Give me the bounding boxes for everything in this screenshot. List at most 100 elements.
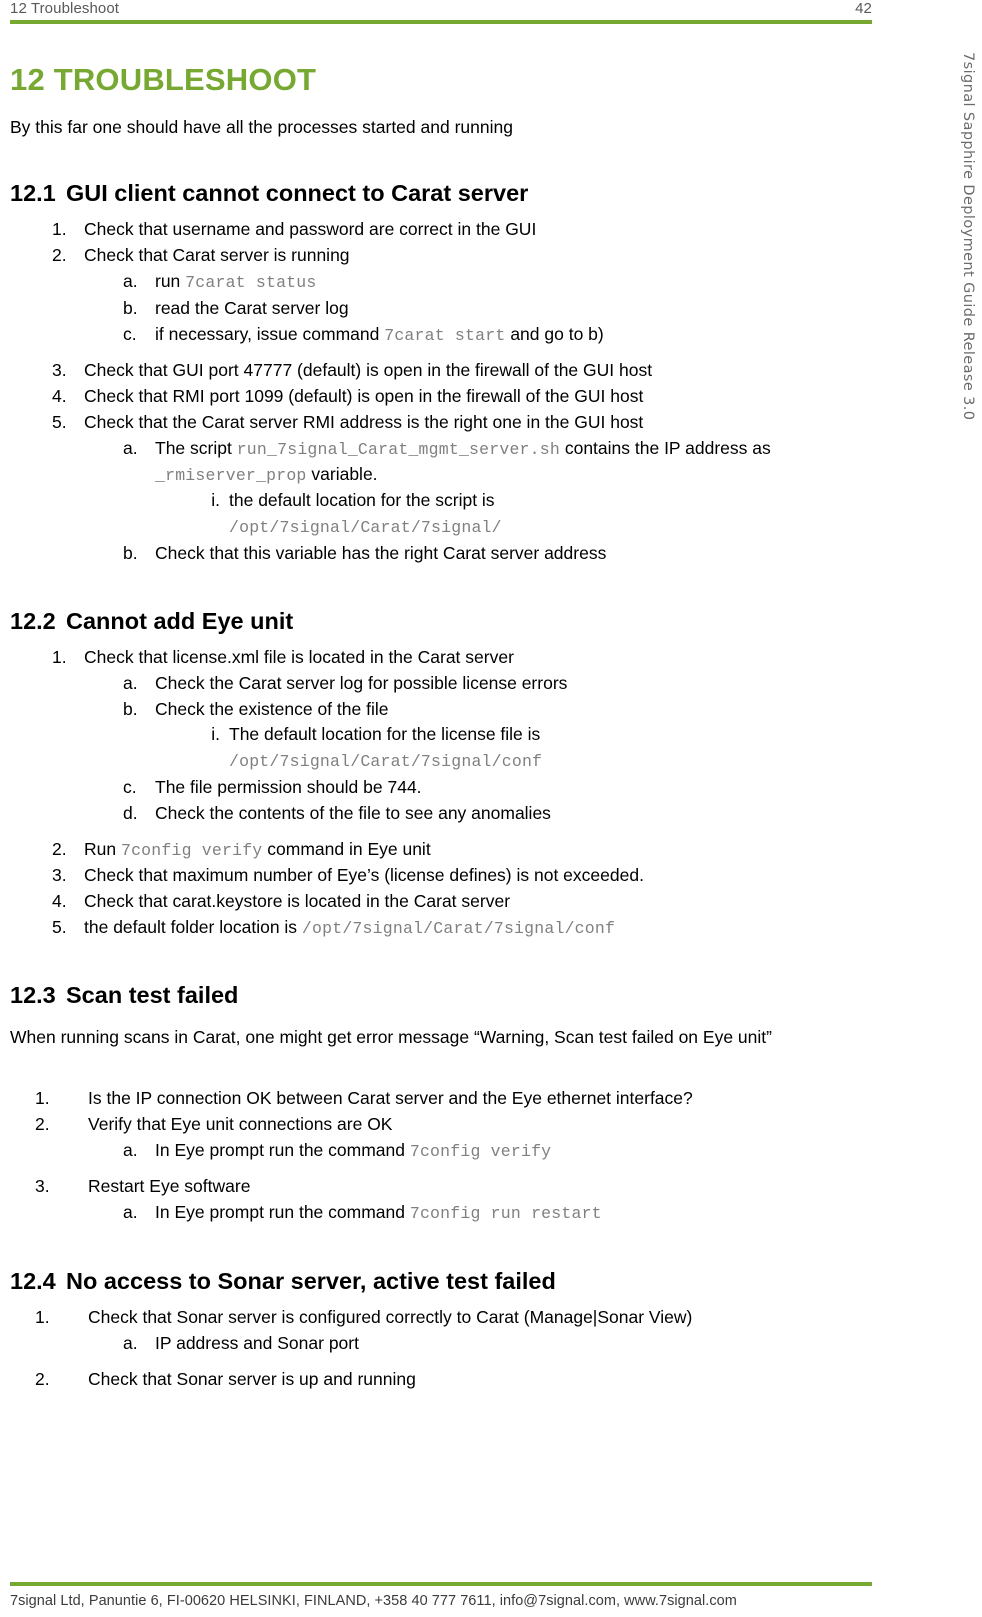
list-marker: b. (123, 698, 138, 719)
list-text: The script run_7signal_Carat_mgmt_server… (155, 436, 872, 489)
list-marker: 2. (52, 245, 67, 266)
section-12-3-paragraph: When running scans in Carat, one might g… (10, 1027, 772, 1048)
list-marker: a. (123, 1139, 138, 1160)
list-marker: 5. (52, 411, 67, 432)
list-text: In Eye prompt run the command 7config ve… (155, 1138, 872, 1164)
list-marker: a. (123, 672, 138, 693)
code-run: 7carat start (384, 325, 506, 345)
list-item: 2. Run 7config verify command in Eye uni… (10, 837, 872, 863)
sublist-12-3-2: a. In Eye prompt run the command 7config… (10, 1138, 872, 1164)
sublist-12-1-5: a. The script run_7signal_Carat_mgmt_ser… (10, 436, 872, 489)
list-text: Verify that Eye unit connections are OK (88, 1114, 393, 1135)
list-item: a. In Eye prompt run the command 7config… (10, 1200, 872, 1226)
page-footer: 7signal Ltd, Panuntie 6, FI-00620 HELSIN… (10, 1582, 872, 1609)
section-number-12-4: 12.4 (10, 1267, 56, 1294)
footer-contact-text: 7signal Ltd, Panuntie 6, FI-00620 HELSIN… (10, 1593, 737, 1609)
list-marker: b. (123, 297, 138, 318)
section-title-12-4: No access to Sonar server, active test f… (66, 1267, 556, 1294)
section-heading-12-3: 12.3 Scan test failed (10, 981, 872, 1009)
text-run: In Eye prompt run the command (155, 1139, 410, 1160)
list-marker: 4. (52, 385, 67, 406)
list-text: Check that Sonar server is configured co… (88, 1306, 693, 1327)
code-run: /opt/7signal/Carat/7signal/conf (229, 752, 543, 772)
text-run: the default folder location is (84, 916, 302, 937)
page-header: 12 Troubleshoot 42 (10, 0, 872, 30)
list-item: 4. Check that carat.keystore is located … (10, 889, 872, 915)
list-marker: 2. (35, 1114, 50, 1135)
text-run: The default location for the license fil… (229, 724, 541, 745)
list-text: Run 7config verify command in Eye unit (84, 837, 872, 863)
list-item: 1. Is the IP connection OK between Carat… (10, 1086, 872, 1112)
code-run: 7config run restart (409, 1204, 602, 1224)
list-item: 5. Check that the Carat server RMI addre… (10, 410, 872, 436)
list-12-1: 1. Check that username and password are … (10, 217, 872, 269)
list-12-1-cont: 3. Check that GUI port 47777 (default) i… (10, 358, 872, 436)
list-marker: 4. (52, 890, 67, 911)
sublist-12-2-1: a. Check the Carat server log for possib… (10, 671, 872, 723)
code-run: 7config verify (120, 840, 263, 860)
list-marker: 1. (35, 1306, 50, 1327)
list-item: a. run 7carat status (10, 269, 872, 295)
text-run: the default location for the script is (229, 490, 495, 511)
list-text: Check that Carat server is running (84, 245, 350, 266)
list-item: 3. Check that maximum number of Eye’s (l… (10, 863, 872, 889)
list-item: c. The file permission should be 744. (10, 775, 872, 801)
list-item: 2. Check that Carat server is running (10, 243, 872, 269)
sublist-12-1-2: a. run 7carat status b. read the Carat s… (10, 269, 872, 348)
list-item: c. if necessary, issue command 7carat st… (10, 322, 872, 348)
sublist-12-2-1-b: i. The default location for the license … (10, 722, 872, 774)
header-rule (10, 20, 872, 24)
list-text: Check that GUI port 47777 (default) is o… (84, 359, 653, 380)
list-marker: 5. (52, 916, 67, 937)
text-run: run (155, 271, 186, 292)
text-run: variable. (306, 464, 378, 485)
list-item: 2. Check that Sonar server is up and run… (10, 1367, 872, 1393)
list-text: Check that the Carat server RMI address … (84, 411, 644, 432)
list-item: b. Check that this variable has the righ… (10, 541, 872, 567)
list-item: a. Check the Carat server log for possib… (10, 671, 872, 697)
list-text: Check that this variable has the right C… (155, 542, 607, 563)
text-run: Run (84, 838, 121, 859)
list-marker: 1. (52, 219, 67, 240)
text-run: command in Eye unit (262, 838, 431, 859)
list-text: Check that Sonar server is up and runnin… (88, 1368, 416, 1389)
list-text: Check that license.xml file is located i… (84, 646, 514, 667)
list-text: read the Carat server log (155, 297, 349, 318)
list-marker: b. (123, 542, 138, 563)
list-12-4: 1. Check that Sonar server is configured… (10, 1305, 872, 1331)
list-item: 1. Check that username and password are … (10, 217, 872, 243)
list-marker: 3. (52, 864, 67, 885)
list-item: a. IP address and Sonar port (10, 1331, 872, 1357)
list-item: 1. Check that Sonar server is configured… (10, 1305, 872, 1331)
list-marker: 1. (52, 646, 67, 667)
section-heading-12-1: 12.1 GUI client cannot connect to Carat s… (10, 179, 872, 207)
list-item: 1. Check that license.xml file is locate… (10, 645, 872, 671)
list-text: The file permission should be 744. (155, 776, 422, 797)
list-item: 3. Restart Eye software (10, 1174, 872, 1200)
sublist-12-3-3: a. In Eye prompt run the command 7config… (10, 1200, 872, 1226)
code-run: 7carat status (185, 273, 317, 293)
text-run: The script (155, 437, 237, 458)
text-run: In Eye prompt run the command (155, 1202, 410, 1223)
sublist-12-1-5-cont: b. Check that this variable has the righ… (10, 541, 872, 567)
list-12-2-cont: 2. Run 7config verify command in Eye uni… (10, 837, 872, 942)
sublist-12-4-1: a. IP address and Sonar port (10, 1331, 872, 1357)
text-run: and go to b) (505, 323, 604, 344)
section-number-12-3: 12.3 (10, 982, 56, 1009)
list-item: 4. Check that RMI port 1099 (default) is… (10, 384, 872, 410)
list-item: 2. Verify that Eye unit connections are … (10, 1112, 872, 1138)
sublist-12-2-1-cont: c. The file permission should be 744. d.… (10, 775, 872, 827)
code-run: 7config verify (409, 1141, 552, 1161)
list-text: run 7carat status (155, 269, 872, 295)
code-run: _rmiserver_prop (155, 466, 307, 486)
section-heading-12-4: 12.4 No access to Sonar server, active te… (10, 1267, 872, 1295)
section-heading-12-2: 12.2 Cannot add Eye unit (10, 607, 872, 635)
list-text: Check the existence of the file (155, 698, 389, 719)
list-marker: c. (123, 323, 137, 344)
section-title-12-3: Scan test failed (66, 982, 239, 1009)
code-run: /opt/7signal/Carat/7signal/ (229, 518, 502, 538)
list-text: In Eye prompt run the command 7config ru… (155, 1200, 872, 1226)
code-run: /opt/7signal/Carat/7signal/conf (301, 918, 616, 938)
list-text: Check that username and password are cor… (84, 219, 537, 240)
